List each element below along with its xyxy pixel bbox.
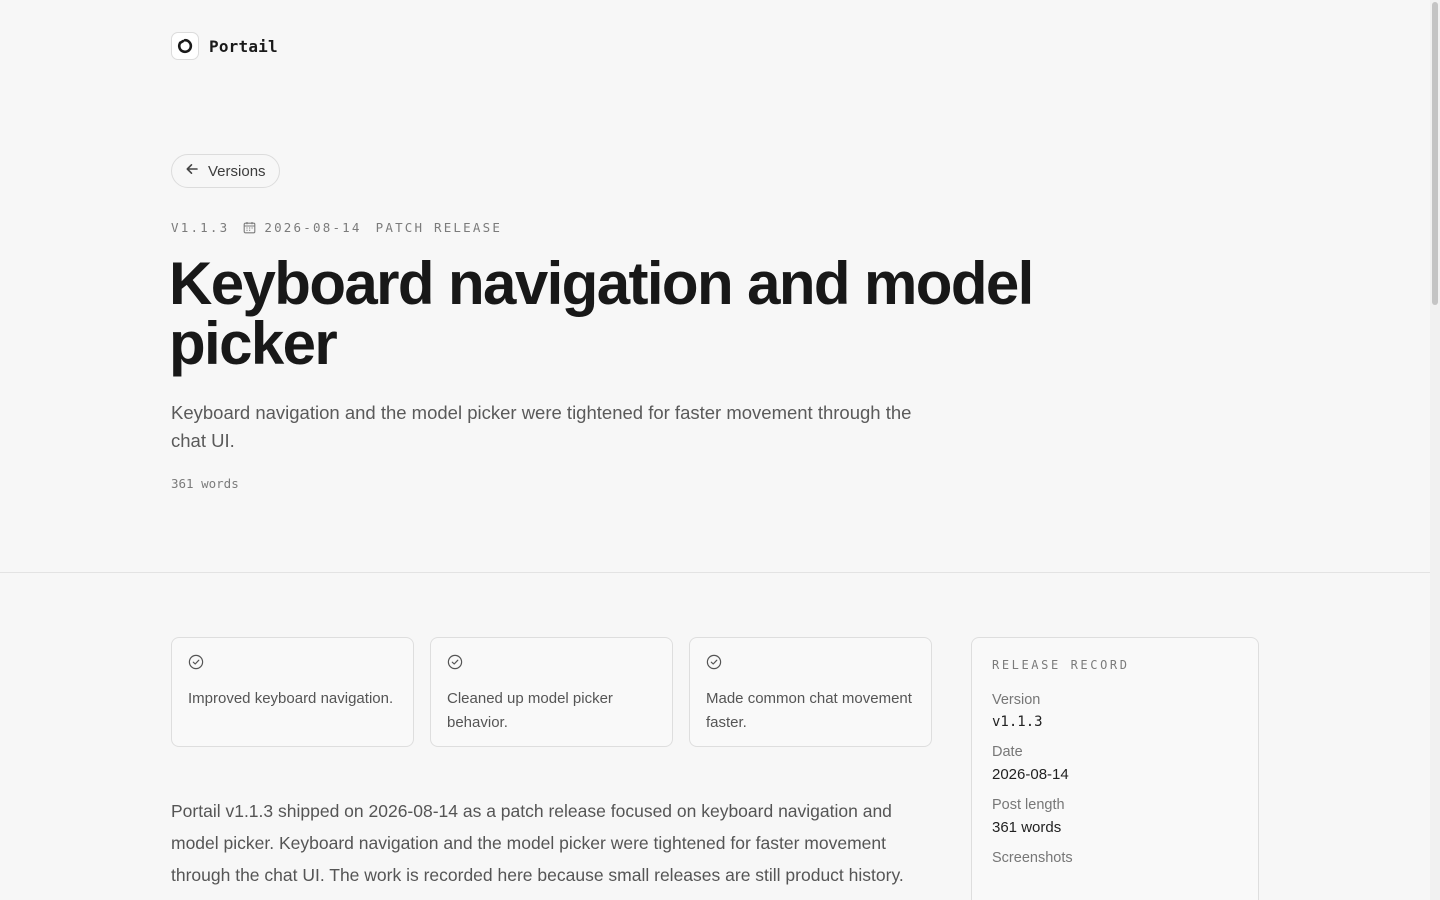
section-divider xyxy=(0,572,1430,573)
record-value: v1.1.3 xyxy=(992,714,1043,730)
highlight-cards: Improved keyboard navigation. Cleaned up… xyxy=(171,637,932,747)
highlight-card: Made common chat movement faster. xyxy=(689,637,932,747)
record-label: Version xyxy=(992,692,1041,708)
release-record-panel: RELEASE RECORD Version v1.1.3 Date 2026-… xyxy=(971,637,1259,900)
highlight-text: Cleaned up model picker behavior. xyxy=(447,690,613,731)
highlight-text: Improved keyboard navigation. xyxy=(188,690,394,707)
back-to-versions-button[interactable]: Versions xyxy=(171,154,280,188)
record-label: Date xyxy=(992,744,1023,760)
page-title: Keyboard navigation and model picker xyxy=(169,250,1034,377)
release-meta: V1.1.3 2026-08-14 PATCH RELEASE xyxy=(171,220,502,235)
record-label: Post length xyxy=(992,797,1065,813)
portail-logo-icon[interactable] xyxy=(171,32,199,60)
highlight-text: Made common chat movement faster. xyxy=(706,690,912,731)
record-row-post-length: Post length 361 words xyxy=(992,797,1238,836)
arrow-left-icon xyxy=(185,162,199,180)
release-date: 2026-08-14 xyxy=(264,220,362,235)
record-value: 361 words xyxy=(992,819,1062,836)
record-row-version: Version v1.1.3 xyxy=(992,692,1238,730)
record-row-date: Date 2026-08-14 xyxy=(992,744,1238,783)
release-body: Portail v1.1.3 shipped on 2026-08-14 as … xyxy=(171,801,904,900)
record-value: 2026-08-14 xyxy=(992,766,1069,783)
site-header: Portail xyxy=(171,32,278,60)
back-label: Versions xyxy=(208,162,266,180)
word-count: 361 words xyxy=(171,476,239,491)
brand-name[interactable]: Portail xyxy=(209,37,278,56)
release-subtitle: Keyboard navigation and the model picker… xyxy=(171,402,912,451)
release-type: PATCH RELEASE xyxy=(375,220,503,235)
highlight-card: Cleaned up model picker behavior. xyxy=(430,637,673,747)
release-record-heading: RELEASE RECORD xyxy=(992,658,1130,672)
highlight-card: Improved keyboard navigation. xyxy=(171,637,414,747)
page-scrollbar[interactable] xyxy=(1430,0,1440,900)
check-circle-icon xyxy=(706,654,915,675)
release-version: V1.1.3 xyxy=(171,220,230,235)
calendar-icon xyxy=(243,221,256,234)
check-circle-icon xyxy=(188,654,397,675)
record-row-screenshots: Screenshots xyxy=(992,850,1238,866)
record-label: Screenshots xyxy=(992,850,1073,866)
scrollbar-thumb[interactable] xyxy=(1432,2,1438,305)
check-circle-icon xyxy=(447,654,656,675)
